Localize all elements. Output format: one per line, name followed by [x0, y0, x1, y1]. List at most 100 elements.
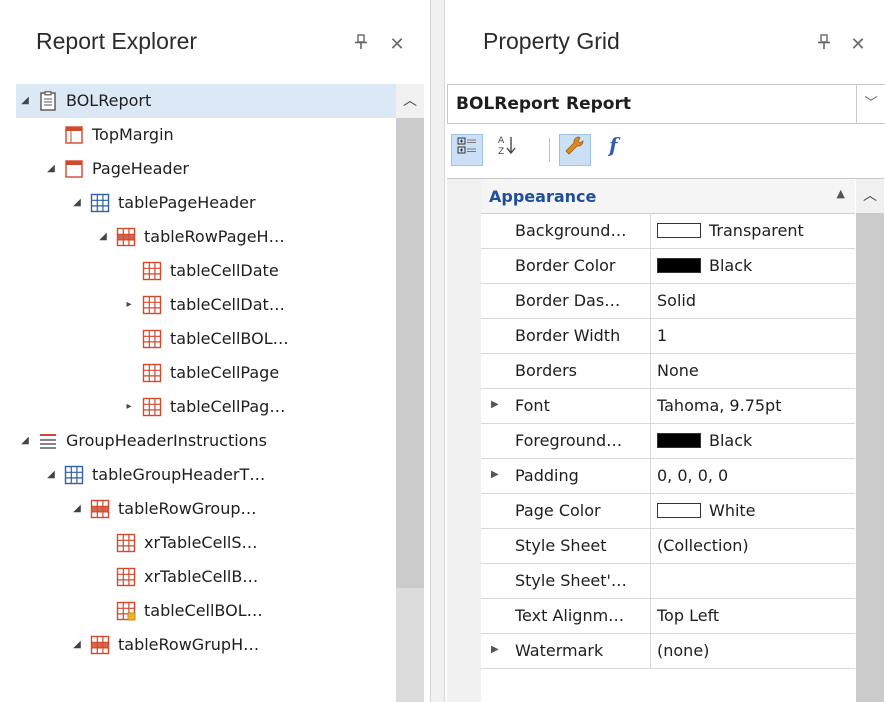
property-name-cell[interactable]: Style Sheet — [481, 528, 651, 563]
scroll-thumb[interactable] — [856, 213, 884, 702]
property-value[interactable]: (none) — [657, 641, 709, 660]
property-row[interactable]: Border Color Black — [481, 248, 855, 284]
expand-triangle-icon[interactable]: ▶ — [491, 399, 499, 410]
pin-icon[interactable] — [813, 34, 835, 56]
tree-item[interactable]: TopMargin — [16, 118, 396, 152]
property-value[interactable]: Solid — [657, 291, 696, 310]
property-value[interactable]: (Collection) — [657, 536, 749, 555]
property-row[interactable]: Style Sheet'… — [481, 563, 855, 599]
chevron-down-icon[interactable]: ﹀ — [856, 85, 885, 123]
category-appearance[interactable]: Appearance ▲ — [481, 179, 855, 214]
collapse-triangle-icon[interactable]: ◢ — [18, 93, 32, 109]
property-name-cell[interactable]: Background… — [481, 213, 651, 248]
property-value[interactable]: Tahoma, 9.75pt — [657, 396, 781, 415]
tree-scrollbar[interactable]: ︿ — [396, 84, 424, 702]
property-name-cell[interactable]: Style Sheet'… — [481, 563, 651, 598]
property-grid-title: Property Grid — [483, 28, 620, 54]
property-row[interactable]: Style Sheet (Collection) — [481, 528, 855, 564]
property-row[interactable]: ▶ Padding 0, 0, 0, 0 — [481, 458, 855, 494]
close-icon[interactable]: ✕ — [386, 34, 408, 56]
table-cell-icon — [116, 533, 136, 553]
collapse-triangle-icon[interactable]: ◢ — [96, 229, 110, 245]
categorized-view-icon[interactable] — [451, 134, 483, 166]
tree-item-label: tableRowGrupH… — [118, 635, 260, 654]
svg-text:f: f — [607, 134, 621, 156]
report-explorer-title: Report Explorer — [36, 28, 198, 54]
property-row[interactable]: Borders None — [481, 353, 855, 389]
collapse-triangle-icon[interactable]: ◢ — [70, 637, 84, 653]
tree-item-label: tablePageHeader — [118, 193, 256, 212]
property-value[interactable]: 1 — [657, 326, 667, 345]
object-selector[interactable]: BOLReport Report ﹀ — [447, 84, 885, 124]
scroll-up-icon[interactable]: ︿ — [396, 84, 424, 118]
property-row[interactable]: Border Das… Solid — [481, 283, 855, 319]
property-row[interactable]: ▶ Font Tahoma, 9.75pt — [481, 388, 855, 424]
alphabetical-sort-icon[interactable]: AZ — [491, 134, 523, 166]
property-name-cell[interactable]: Border Das… — [481, 283, 651, 318]
property-row[interactable]: Border Width 1 — [481, 318, 855, 354]
margin-band-icon — [64, 125, 84, 145]
tree-item[interactable]: xrTableCellS… — [16, 526, 396, 560]
tree-item[interactable]: xrTableCellB… — [16, 560, 396, 594]
tree-item[interactable]: tableCellBOL… — [16, 322, 396, 356]
tree-item[interactable]: ◢ GroupHeaderInstructions — [16, 424, 396, 458]
property-row[interactable]: Page Color White — [481, 493, 855, 529]
pin-icon[interactable] — [350, 34, 372, 56]
property-row[interactable]: Background… Transparent — [481, 213, 855, 249]
expand-triangle-icon[interactable]: ▶ — [491, 644, 499, 655]
tree-item-label: TopMargin — [92, 125, 174, 144]
properties-wrench-icon[interactable] — [559, 134, 591, 166]
tree-item[interactable]: ◢ tableRowGrupH… — [16, 628, 396, 662]
expand-triangle-icon[interactable]: ▸ — [122, 399, 136, 415]
property-value-text: Transparent — [709, 221, 804, 240]
property-value-text: None — [657, 361, 699, 380]
panel-splitter[interactable] — [431, 0, 443, 702]
property-name-cell[interactable]: Border Color — [481, 248, 651, 283]
tree-item[interactable]: ▸ tableCellDat… — [16, 288, 396, 322]
property-value[interactable]: Transparent — [657, 221, 804, 240]
scroll-up-icon[interactable]: ︿ — [856, 179, 884, 213]
collapse-triangle-icon[interactable]: ◢ — [70, 195, 84, 211]
collapse-triangle-icon[interactable]: ◢ — [44, 161, 58, 177]
tree-item[interactable]: tableCellDate — [16, 254, 396, 288]
property-name-cell[interactable]: Border Width — [481, 318, 651, 353]
tree-item[interactable]: tableCellBOL… — [16, 594, 396, 628]
tree-item[interactable]: ◢ PageHeader — [16, 152, 396, 186]
collapse-triangle-icon[interactable]: ◢ — [44, 467, 58, 483]
property-name-cell[interactable]: Borders — [481, 353, 651, 388]
expressions-function-icon[interactable]: f — [599, 133, 631, 166]
property-name-cell[interactable]: ▶ Font — [481, 388, 651, 423]
tree-item[interactable]: ◢ tablePageHeader — [16, 186, 396, 220]
property-value[interactable]: None — [657, 361, 699, 380]
property-grid-scrollbar[interactable]: ︿ — [856, 179, 884, 702]
tree-item[interactable]: tableCellPage — [16, 356, 396, 390]
tree-item[interactable]: ◢ BOLReport — [16, 84, 396, 118]
expand-triangle-icon[interactable]: ▸ — [122, 297, 136, 313]
property-name: Border Width — [515, 326, 621, 345]
collapse-triangle-icon[interactable]: ◢ — [70, 501, 84, 517]
property-row[interactable]: Foreground… Black — [481, 423, 855, 459]
collapse-up-icon[interactable]: ▲ — [837, 187, 845, 200]
tree-item[interactable]: ▸ tableCellPag… — [16, 390, 396, 424]
tree-item[interactable]: ◢ tableRowPageH… — [16, 220, 396, 254]
scroll-thumb[interactable] — [396, 118, 424, 588]
property-value[interactable]: Black — [657, 256, 752, 275]
close-icon[interactable]: ✕ — [847, 34, 869, 56]
property-name-cell[interactable]: Page Color — [481, 493, 651, 528]
property-value[interactable]: Top Left — [657, 606, 719, 625]
property-value[interactable]: Black — [657, 431, 752, 450]
expand-triangle-icon[interactable]: ▶ — [491, 469, 499, 480]
collapse-triangle-icon[interactable]: ◢ — [18, 433, 32, 449]
property-value[interactable]: 0, 0, 0, 0 — [657, 466, 728, 485]
property-row[interactable]: ▶ Watermark (none) — [481, 633, 855, 669]
property-name-cell[interactable]: Text Alignm… — [481, 598, 651, 633]
tree-item-label: xrTableCellS… — [144, 533, 258, 552]
property-name-cell[interactable]: Foreground… — [481, 423, 651, 458]
tree-item[interactable]: ◢ tableRowGroup… — [16, 492, 396, 526]
property-value[interactable]: White — [657, 501, 756, 520]
property-name-cell[interactable]: ▶ Padding — [481, 458, 651, 493]
table-cell-bound-icon — [116, 601, 136, 621]
property-name-cell[interactable]: ▶ Watermark — [481, 633, 651, 668]
property-row[interactable]: Text Alignm… Top Left — [481, 598, 855, 634]
tree-item[interactable]: ◢ tableGroupHeaderT… — [16, 458, 396, 492]
